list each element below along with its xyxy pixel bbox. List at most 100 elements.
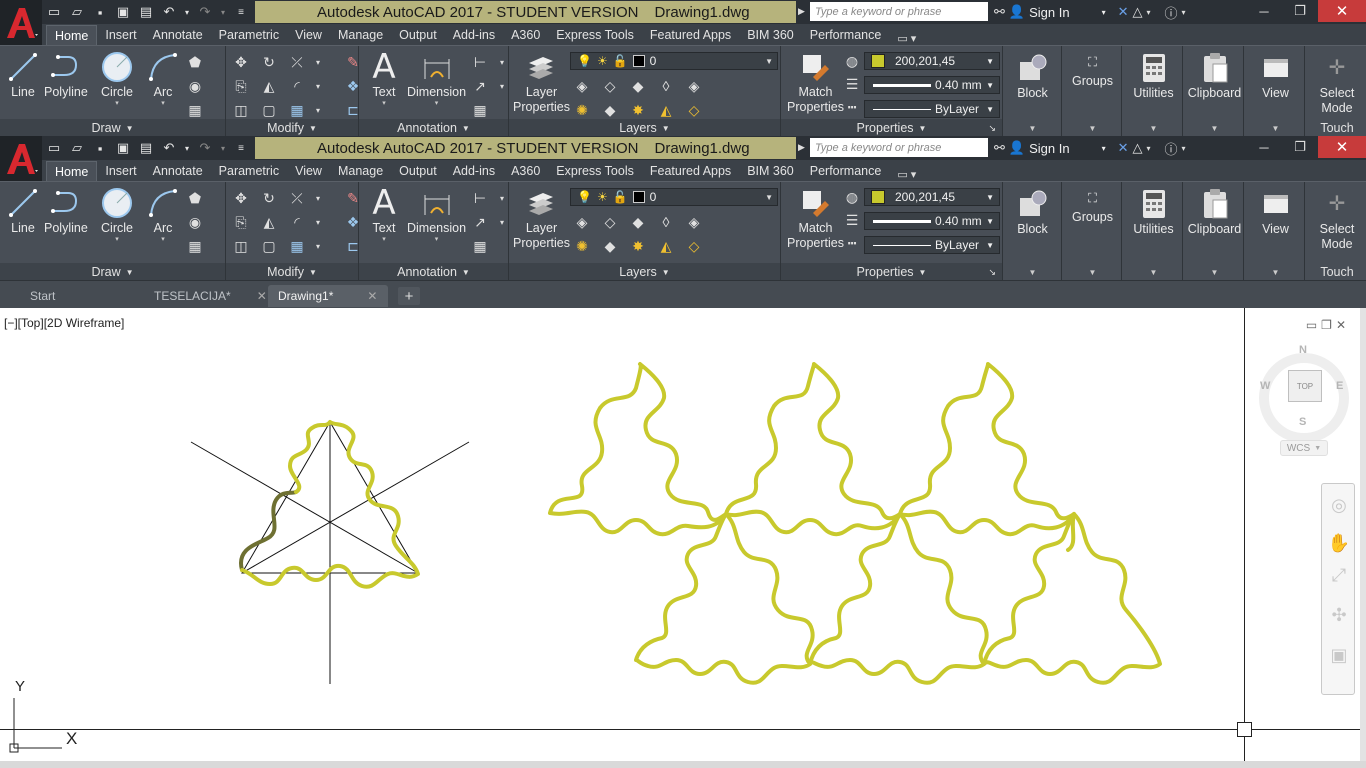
chevron-down-icon[interactable]: ▾ <box>497 212 507 232</box>
layer-freeze-icon[interactable]: ◇ <box>599 76 621 96</box>
vertical-scrollbar[interactable] <box>1360 308 1366 761</box>
ribbon-options-icon[interactable]: ▭ ▾ <box>889 32 916 45</box>
close-viewport-icon[interactable]: ✕ <box>1336 318 1346 332</box>
application-menu-button[interactable] <box>0 136 42 182</box>
layer-copy-icon[interactable]: ◆ <box>599 236 621 256</box>
layer-match-icon[interactable]: ◈ <box>683 76 705 96</box>
chevron-down-icon[interactable]: ▾ <box>382 100 386 108</box>
chevron-down-icon[interactable]: ▾ <box>1147 8 1151 17</box>
tab-output[interactable]: Output <box>391 25 445 45</box>
steering-wheel-icon[interactable]: ◎ <box>1326 494 1352 516</box>
leader-icon[interactable]: ↗ <box>469 76 491 96</box>
tab-view[interactable]: View <box>287 161 330 181</box>
open-folder-icon[interactable]: ▱ <box>67 3 87 21</box>
leader-icon[interactable]: ↗ <box>469 212 491 232</box>
close-button[interactable]: ✕ <box>1318 0 1366 22</box>
array-dropdown-icon[interactable]: ▾ <box>314 236 322 256</box>
wcs-menu[interactable]: WCS ▼ <box>1280 440 1328 456</box>
chevron-down-icon[interactable]: ▾ <box>161 100 165 108</box>
move-icon[interactable]: ✥ <box>230 188 252 208</box>
orbit-icon[interactable]: ✣ <box>1326 604 1352 626</box>
exchange-apps-icon[interactable]: ✕ <box>1118 4 1129 20</box>
chevron-down-icon[interactable]: ▼ <box>1004 121 1061 135</box>
search-input[interactable]: Type a keyword or phrase <box>810 2 988 21</box>
groups-tool[interactable]: ⛶ Groups ▼ <box>1064 46 1122 137</box>
rotate-icon[interactable]: ↻ <box>258 188 280 208</box>
circle-tool[interactable]: Circle ▾ <box>100 186 134 244</box>
clipboard-tool[interactable]: Clipboard ▼ <box>1186 182 1244 281</box>
layer-copy-icon[interactable]: ◆ <box>599 100 621 120</box>
annotation-panel-title[interactable]: Annotation ▼ <box>359 263 508 281</box>
minimize-button[interactable]: ─ <box>1246 0 1282 22</box>
tab-add-ins[interactable]: Add-ins <box>445 25 503 45</box>
lineweight-icon[interactable]: ☰ <box>843 211 861 229</box>
line-tool[interactable]: Line <box>6 186 40 236</box>
polygon-icon[interactable]: ⬟ <box>184 52 206 72</box>
chevron-down-icon[interactable]: ▾ <box>435 236 439 244</box>
text-tool[interactable]: A Text ▾ <box>367 186 401 244</box>
block-tool[interactable]: Block ▼ <box>1004 46 1062 137</box>
layer-current-icon[interactable]: ✺ <box>571 236 593 256</box>
viewcube-top-face[interactable]: TOP <box>1288 370 1322 402</box>
linetype-icon[interactable]: ┅ <box>843 234 861 252</box>
match-properties-tool[interactable]: Match Properties <box>787 186 844 251</box>
layer-isolate-icon[interactable]: ◈ <box>571 76 593 96</box>
scale-icon[interactable]: ▢ <box>258 100 280 120</box>
layer-isolate-icon[interactable]: ◈ <box>571 212 593 232</box>
chevron-down-icon[interactable]: ▼ <box>1125 121 1182 135</box>
table-icon[interactable]: ▦ <box>469 236 491 256</box>
chevron-down-icon[interactable]: ▾ <box>1147 144 1151 153</box>
view-tool[interactable]: View ▼ <box>1247 182 1305 281</box>
linetype-dropdown[interactable]: ByLayer ▼ <box>864 100 1000 118</box>
utilities-tool[interactable]: Utilities ▼ <box>1125 182 1183 281</box>
showmotion-icon[interactable]: ▣ <box>1326 644 1352 666</box>
undo-dropdown-icon[interactable]: ▾ <box>182 139 192 157</box>
block-tool[interactable]: Block ▼ <box>1004 182 1062 281</box>
tab-bim-360[interactable]: BIM 360 <box>739 161 802 181</box>
tab-express-tools[interactable]: Express Tools <box>548 25 642 45</box>
redo-icon[interactable]: ↷ <box>195 3 215 21</box>
panel-launcher-icon[interactable]: ↘ <box>988 267 996 278</box>
tab-a360[interactable]: A360 <box>503 25 548 45</box>
tab-view[interactable]: View <box>287 25 330 45</box>
chevron-down-icon[interactable]: ▾ <box>497 76 507 96</box>
new-file-icon[interactable]: ▭ <box>44 3 64 21</box>
layer-delete-icon[interactable]: ◇ <box>683 236 705 256</box>
linear-dim-icon[interactable]: ⊢ <box>469 52 491 72</box>
zoom-extents-icon[interactable]: ⤢ <box>1326 564 1352 586</box>
application-menu-button[interactable] <box>0 0 42 46</box>
chevron-down-icon[interactable]: ▾ <box>382 236 386 244</box>
save-icon[interactable]: ▪ <box>90 139 110 157</box>
mirror-icon[interactable]: ◭ <box>258 76 280 96</box>
file-tab-start[interactable]: Start <box>20 285 65 307</box>
close-button[interactable]: ✕ <box>1318 136 1366 158</box>
draw-panel-title[interactable]: Draw ▼ <box>0 263 225 281</box>
layer-off-icon[interactable]: ◆ <box>627 76 649 96</box>
chevron-down-icon[interactable]: ▼ <box>1247 265 1304 279</box>
groups-tool[interactable]: ⛶ Groups ▼ <box>1064 182 1122 281</box>
tab-home[interactable]: Home <box>46 161 98 181</box>
chevron-down-icon[interactable]: ▼ <box>1186 121 1243 135</box>
layer-off-icon[interactable]: ◆ <box>627 212 649 232</box>
arc-tool[interactable]: Arc ▾ <box>146 50 180 108</box>
layer-delete-icon[interactable]: ◇ <box>683 100 705 120</box>
tab-performance[interactable]: Performance <box>802 161 890 181</box>
stretch-icon[interactable]: ◫ <box>230 236 252 256</box>
chevron-down-icon[interactable]: ▼ <box>1064 121 1121 135</box>
layer-dropdown[interactable]: 💡 ☀ 🔓 0 ▼ <box>570 188 778 206</box>
arc-tool[interactable]: Arc ▾ <box>146 186 180 244</box>
modify-panel-title[interactable]: Modify ▼ <box>226 263 358 281</box>
stretch-icon[interactable]: ◫ <box>230 100 252 120</box>
chevron-down-icon[interactable]: ▼ <box>1125 265 1182 279</box>
lineweight-dropdown[interactable]: 0.40 mm ▼ <box>864 76 1000 94</box>
trim-dropdown-icon[interactable]: ▾ <box>314 52 322 72</box>
close-tab-icon[interactable]: ✕ <box>367 289 377 303</box>
open-folder-icon[interactable]: ▱ <box>67 139 87 157</box>
modify-panel-title[interactable]: Modify ▼ <box>226 119 358 137</box>
layer-dropdown[interactable]: 💡 ☀ 🔓 0 ▼ <box>570 52 778 70</box>
panel-launcher-icon[interactable]: ↘ <box>988 123 996 134</box>
redo-dropdown-icon[interactable]: ▾ <box>218 139 228 157</box>
chevron-down-icon[interactable]: ▾ <box>1182 8 1186 17</box>
search-expand-icon[interactable]: ▶ <box>798 2 808 21</box>
redo-icon[interactable]: ↷ <box>195 139 215 157</box>
